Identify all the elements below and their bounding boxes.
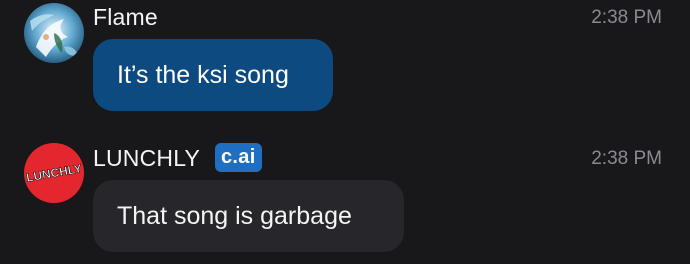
chat-message: Flame 2:38 PM It’s the ksi song (0, 0, 690, 120)
message-bubble[interactable]: It’s the ksi song (93, 39, 333, 111)
anime-character-avatar-icon (24, 3, 84, 63)
message-bubble[interactable]: That song is garbage (93, 180, 404, 252)
character-ai-badge: c.ai (215, 143, 262, 172)
message-author[interactable]: Flame (93, 4, 158, 31)
message-author[interactable]: LUNCHLY (93, 145, 200, 172)
message-timestamp: 2:38 PM (591, 7, 662, 28)
user-avatar[interactable] (24, 3, 84, 63)
message-timestamp: 2:38 PM (591, 148, 662, 169)
lunchly-logo-icon: LUNCHLY (24, 143, 84, 203)
chat-message: LUNCHLY LUNCHLY c.ai 2:38 PM That song i… (0, 140, 690, 264)
character-avatar[interactable]: LUNCHLY (24, 143, 84, 203)
